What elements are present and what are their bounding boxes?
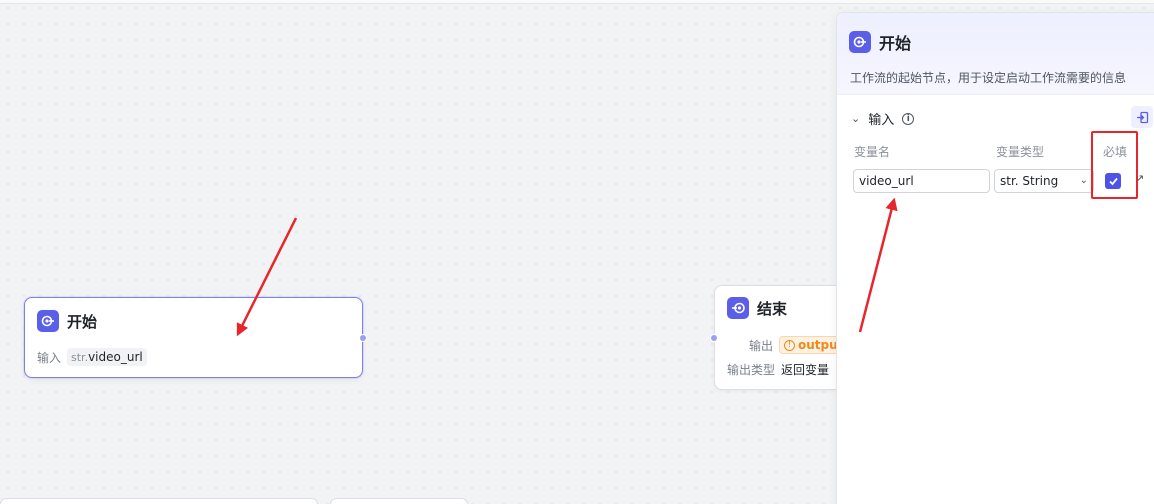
- start-node-title: 开始: [67, 312, 98, 331]
- end-node-title: 结束: [757, 299, 788, 318]
- panel-description[interactable]: 工作流的起始节点，用于设定启动工作流需要的信息: [850, 69, 1126, 86]
- end-node-output-type-value: 返回变量: [781, 363, 830, 377]
- panel-title-row: 开始: [849, 30, 911, 54]
- info-icon[interactable]: i: [902, 112, 915, 125]
- end-node-header: 结束: [727, 297, 787, 319]
- column-header-type: 变量类型: [996, 145, 1045, 159]
- input-variable-tag: str. video_url: [67, 348, 147, 366]
- input-section-title: 输入: [868, 113, 895, 128]
- start-node-header: 开始: [37, 310, 97, 332]
- top-border: [0, 0, 1154, 4]
- import-icon: [1136, 111, 1148, 123]
- tag-variable-name: video_url: [88, 350, 143, 364]
- input-section-header[interactable]: ⌄ 输入 i: [851, 109, 915, 128]
- end-node-icon: [727, 297, 749, 319]
- panel-header: 开始 工作流的起始节点，用于设定启动工作流需要的信息: [837, 13, 1154, 95]
- annotation-highlight-box: [1091, 131, 1138, 199]
- warning-icon: !: [784, 339, 796, 351]
- import-variables-button[interactable]: [1131, 106, 1153, 128]
- chevron-down-icon[interactable]: ⌄: [851, 112, 860, 125]
- end-node-output-type-label: 输出类型: [727, 363, 776, 377]
- start-node-input-row: 输入 str. video_url: [37, 348, 147, 366]
- start-node[interactable]: 开始 输入 str. video_url: [24, 297, 367, 378]
- bottom-node-partial[interactable]: [0, 498, 318, 504]
- start-node-icon: [37, 310, 59, 332]
- tag-type-prefix: str.: [71, 350, 89, 364]
- panel-title[interactable]: 开始: [879, 30, 911, 54]
- end-node-output-row: 输出 ! output: [749, 336, 849, 354]
- end-node-output-label: 输出: [749, 338, 774, 353]
- end-node-output-type-row: 输出类型 返回变量: [727, 361, 829, 378]
- variable-type-value: str. String: [1000, 174, 1059, 188]
- chevron-down-icon: ⌄: [1079, 175, 1088, 186]
- end-node-input-handle[interactable]: [710, 334, 718, 342]
- bottom-node-partial[interactable]: [330, 498, 468, 504]
- variable-type-select[interactable]: str. String ⌄: [994, 169, 1094, 193]
- variable-name-input[interactable]: video_url: [853, 169, 990, 193]
- column-header-name: 变量名: [854, 145, 891, 159]
- node-settings-panel: 开始 工作流的起始节点，用于设定启动工作流需要的信息 ⌄ 输入 i 变量名 变量…: [836, 12, 1154, 504]
- start-node-input-label: 输入: [37, 350, 62, 365]
- start-node-output-handle[interactable]: [359, 334, 367, 342]
- start-node-icon: [849, 31, 871, 53]
